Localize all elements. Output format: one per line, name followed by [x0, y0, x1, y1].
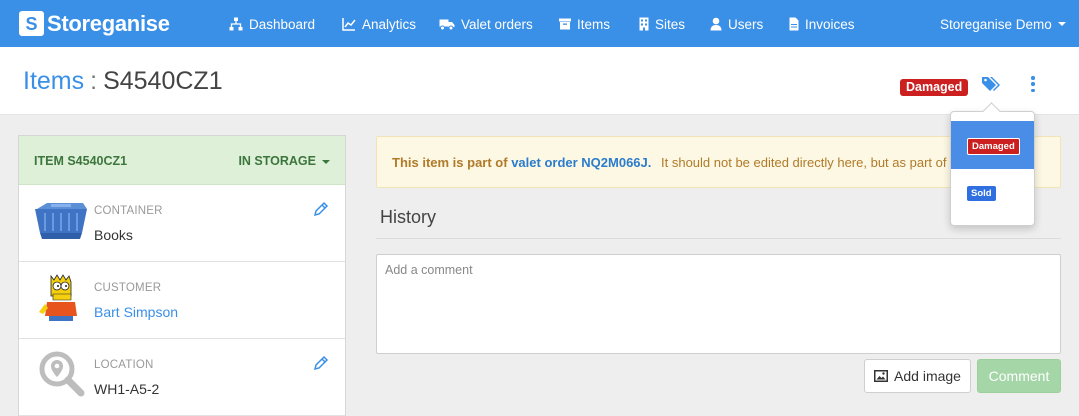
page-title: Items: S4540CZ1 — [23, 67, 223, 96]
container-row: CONTAINER Books — [19, 185, 345, 262]
location-label: LOCATION — [94, 359, 154, 371]
pencil-icon — [313, 355, 329, 371]
nav-invoices[interactable]: Invoices — [789, 15, 855, 33]
container-label: CONTAINER — [94, 205, 163, 217]
customer-link[interactable]: Bart Simpson — [94, 304, 178, 320]
nav-invoices-label: Invoices — [805, 16, 855, 32]
tags-button[interactable] — [981, 75, 1001, 93]
truck-icon — [439, 17, 455, 31]
nav-items[interactable]: Items — [559, 15, 610, 33]
item-state-dropdown[interactable]: IN STORAGE — [238, 154, 330, 168]
nav-analytics[interactable]: Analytics — [342, 15, 416, 33]
storage-box-icon — [35, 203, 87, 239]
nav-users-label: Users — [728, 16, 764, 32]
container-value: Books — [94, 227, 133, 243]
tags-icon — [982, 77, 1000, 91]
customer-label: CUSTOMER — [94, 282, 162, 294]
customer-avatar — [39, 274, 77, 321]
caret-down-icon — [322, 159, 330, 164]
top-navbar: S Storeganise Dashboard Analytics Valet … — [0, 0, 1079, 47]
nav-items-label: Items — [577, 16, 611, 32]
breadcrumb-items-link[interactable]: Items — [23, 67, 84, 95]
kebab-dot-icon — [1031, 76, 1035, 80]
pencil-icon — [313, 201, 329, 217]
nav-users[interactable]: Users — [710, 15, 763, 33]
line-chart-icon — [342, 17, 356, 31]
archive-icon — [559, 17, 571, 31]
item-id-title: S4540CZ1 — [103, 67, 223, 95]
damaged-tag-badge: Damaged — [967, 138, 1020, 155]
item-panel-title: ITEM S4540CZ1 — [34, 154, 128, 168]
account-menu[interactable]: Storeganise Demo — [940, 15, 1066, 33]
brand-name: Storeganise — [47, 10, 170, 36]
comment-textarea[interactable] — [376, 254, 1061, 354]
nav-dashboard-label: Dashboard — [249, 16, 316, 32]
item-details-panel: ITEM S4540CZ1 IN STORAGE CONTAINER Books… — [18, 135, 346, 416]
brand-logo[interactable]: S Storeganise — [19, 10, 170, 37]
customer-row: CUSTOMER Bart Simpson — [19, 262, 345, 339]
sold-tag-badge: Sold — [967, 186, 996, 201]
kebab-dot-icon — [1031, 82, 1035, 86]
nav-valet-orders[interactable]: Valet orders — [439, 15, 533, 33]
magnifier-location-icon — [39, 351, 85, 397]
storeganise-logo-icon: S — [19, 11, 44, 36]
history-heading: History — [380, 207, 437, 227]
comment-button-label: Comment — [988, 368, 1050, 384]
nav-analytics-label: Analytics — [362, 16, 417, 32]
nav-valet-orders-label: Valet orders — [461, 16, 533, 32]
location-row: LOCATION WH1-A5-2 — [19, 339, 345, 416]
account-name: Storeganise Demo — [940, 16, 1052, 32]
tag-option-damaged[interactable]: Damaged — [951, 121, 1034, 169]
sitemap-icon — [229, 17, 243, 31]
user-icon — [710, 17, 722, 31]
image-icon — [874, 370, 889, 382]
nav-sites-label: Sites — [655, 16, 686, 32]
file-invoice-icon — [789, 17, 799, 31]
damaged-status-badge: Damaged — [900, 79, 969, 96]
item-state-label: IN STORAGE — [238, 154, 316, 168]
nav-dashboard[interactable]: Dashboard — [229, 15, 315, 33]
location-value: WH1-A5-2 — [94, 381, 160, 397]
kebab-dot-icon — [1031, 88, 1035, 92]
tags-dropdown-menu: Damaged Sold — [950, 111, 1035, 226]
caret-down-icon — [1057, 22, 1066, 26]
warning-lead: This item is part of — [392, 155, 508, 170]
item-panel-header: ITEM S4540CZ1 IN STORAGE — [19, 136, 345, 185]
valet-order-link[interactable]: valet order NQ2M066J. — [511, 155, 651, 170]
edit-container-button[interactable] — [313, 201, 329, 217]
tag-option-sold[interactable]: Sold — [951, 169, 1034, 217]
comment-submit-button[interactable]: Comment — [977, 359, 1061, 393]
add-image-button[interactable]: Add image — [864, 359, 971, 393]
breadcrumb-separator: : — [90, 67, 98, 95]
warning-text: This item is part of valet order NQ2M066… — [392, 155, 1002, 170]
nav-sites[interactable]: Sites — [639, 15, 685, 33]
building-icon — [639, 17, 649, 31]
add-image-label: Add image — [894, 368, 961, 384]
edit-location-button[interactable] — [313, 355, 329, 371]
page-header: Items: S4540CZ1 Damaged — [0, 47, 1079, 115]
more-options-button[interactable] — [1028, 76, 1038, 92]
history-divider — [376, 238, 1061, 239]
